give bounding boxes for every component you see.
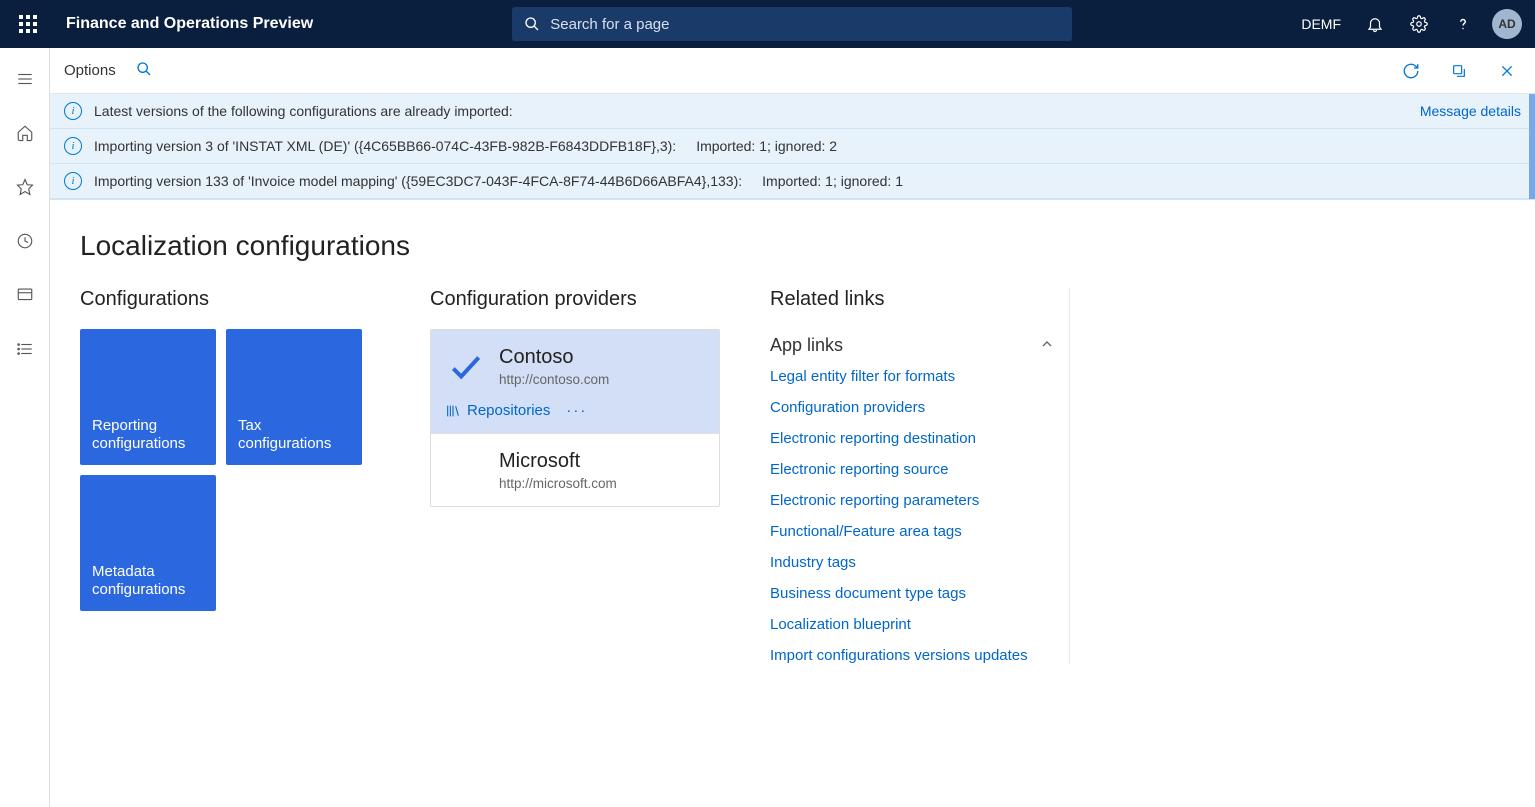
info-icon: i [64, 102, 82, 120]
pop-out-button[interactable] [1445, 57, 1473, 85]
link-legal-entity-filter[interactable]: Legal entity filter for formats [770, 368, 1055, 385]
nav-modules[interactable] [4, 328, 46, 370]
link-configuration-providers[interactable]: Configuration providers [770, 399, 1055, 416]
search-box[interactable] [512, 7, 1072, 41]
page-toolbar: Options [50, 48, 1535, 94]
repositories-link[interactable]: Repositories [445, 402, 550, 419]
provider-url: http://microsoft.com [499, 476, 617, 491]
home-icon [16, 124, 34, 142]
global-header: Finance and Operations Preview DEMF AD [0, 0, 1535, 48]
search-input[interactable] [550, 16, 1060, 33]
info-banners: i Latest versions of the following confi… [50, 94, 1535, 200]
search-icon [136, 61, 152, 77]
pop-out-icon [1451, 63, 1467, 79]
refresh-button[interactable] [1397, 57, 1425, 85]
tile-label: Metadata configurations [92, 563, 204, 599]
close-button[interactable] [1493, 57, 1521, 85]
repositories-label: Repositories [467, 402, 550, 419]
page-title: Localization configurations [80, 230, 1505, 262]
configurations-heading: Configurations [80, 288, 380, 311]
refresh-icon [1402, 62, 1420, 80]
provider-card-microsoft[interactable]: Microsoft http://microsoft.com [431, 434, 719, 506]
provider-name: Contoso [499, 346, 609, 369]
link-er-parameters[interactable]: Electronic reporting parameters [770, 492, 1055, 509]
search-container [313, 7, 1271, 41]
banner-stat: Imported: 1; ignored: 2 [696, 138, 837, 154]
link-doc-type-tags[interactable]: Business document type tags [770, 585, 1055, 602]
banner-stat: Imported: 1; ignored: 1 [762, 173, 903, 189]
side-rail [0, 48, 50, 807]
info-banner: i Importing version 133 of 'Invoice mode… [50, 164, 1535, 199]
help-icon [1454, 15, 1472, 33]
nav-favorites[interactable] [4, 166, 46, 208]
tile-reporting-configurations[interactable]: Reporting configurations [80, 329, 216, 465]
hamburger-icon [16, 70, 34, 88]
header-right: DEMF AD [1291, 0, 1527, 48]
tile-label: Tax configurations [238, 417, 350, 453]
tile-tax-configurations[interactable]: Tax configurations [226, 329, 362, 465]
content-scroll: Localization configurations Configuratio… [50, 200, 1535, 807]
link-import-config-updates[interactable]: Import configurations versions updates [770, 647, 1055, 664]
app-title: Finance and Operations Preview [66, 15, 313, 33]
tile-metadata-configurations[interactable]: Metadata configurations [80, 475, 216, 611]
providers-section: Configuration providers Contoso http: [430, 288, 720, 507]
app-links-heading: App links [770, 335, 843, 356]
related-links-heading: Related links [770, 288, 1055, 311]
bell-icon [1366, 15, 1384, 33]
user-avatar-button[interactable]: AD [1487, 0, 1527, 48]
company-picker[interactable]: DEMF [1291, 0, 1351, 48]
link-er-source[interactable]: Electronic reporting source [770, 461, 1055, 478]
close-icon [1499, 63, 1515, 79]
nav-workspaces[interactable] [4, 274, 46, 316]
search-icon [524, 16, 540, 32]
link-er-destination[interactable]: Electronic reporting destination [770, 430, 1055, 447]
info-banner: i Latest versions of the following confi… [50, 94, 1535, 129]
banner-message: Latest versions of the following configu… [94, 103, 513, 119]
app-links-list: Legal entity filter for formats Configur… [770, 368, 1055, 664]
provider-name: Microsoft [499, 450, 617, 473]
books-icon [445, 403, 461, 419]
nav-recent[interactable] [4, 220, 46, 262]
page-search-button[interactable] [136, 61, 152, 80]
options-menu[interactable]: Options [64, 62, 116, 79]
nav-home[interactable] [4, 112, 46, 154]
info-icon: i [64, 172, 82, 190]
workspace-icon [16, 286, 34, 304]
message-details-link[interactable]: Message details [1420, 103, 1521, 119]
related-links-section: Related links App links Legal entity fil… [770, 288, 1070, 664]
collapse-app-links[interactable] [1039, 336, 1055, 355]
active-check-icon [445, 346, 487, 388]
clock-icon [16, 232, 34, 250]
tile-label: Reporting configurations [92, 417, 204, 453]
gear-icon [1410, 15, 1428, 33]
avatar: AD [1492, 9, 1522, 39]
info-banner: i Importing version 3 of 'INSTAT XML (DE… [50, 129, 1535, 164]
scroll-indicator [1529, 94, 1535, 199]
link-feature-tags[interactable]: Functional/Feature area tags [770, 523, 1055, 540]
settings-button[interactable] [1399, 0, 1439, 48]
provider-url: http://contoso.com [499, 372, 609, 387]
waffle-menu-button[interactable] [8, 0, 48, 48]
provider-more-button[interactable]: ··· [566, 402, 587, 419]
link-industry-tags[interactable]: Industry tags [770, 554, 1055, 571]
providers-heading: Configuration providers [430, 288, 720, 311]
configurations-section: Configurations Reporting configurations … [80, 288, 380, 611]
nav-expand-button[interactable] [4, 58, 46, 100]
notifications-button[interactable] [1355, 0, 1395, 48]
check-icon [447, 348, 485, 386]
chevron-up-icon [1039, 336, 1055, 352]
list-icon [16, 340, 34, 358]
banner-message: Importing version 3 of 'INSTAT XML (DE)'… [94, 138, 676, 154]
help-button[interactable] [1443, 0, 1483, 48]
info-icon: i [64, 137, 82, 155]
provider-card-contoso[interactable]: Contoso http://contoso.com Repositories [431, 330, 719, 434]
main-area: Options i Latest versions of the followi… [50, 48, 1535, 807]
link-localization-blueprint[interactable]: Localization blueprint [770, 616, 1055, 633]
banner-message: Importing version 133 of 'Invoice model … [94, 173, 742, 189]
star-icon [16, 178, 34, 196]
waffle-icon [19, 15, 37, 33]
